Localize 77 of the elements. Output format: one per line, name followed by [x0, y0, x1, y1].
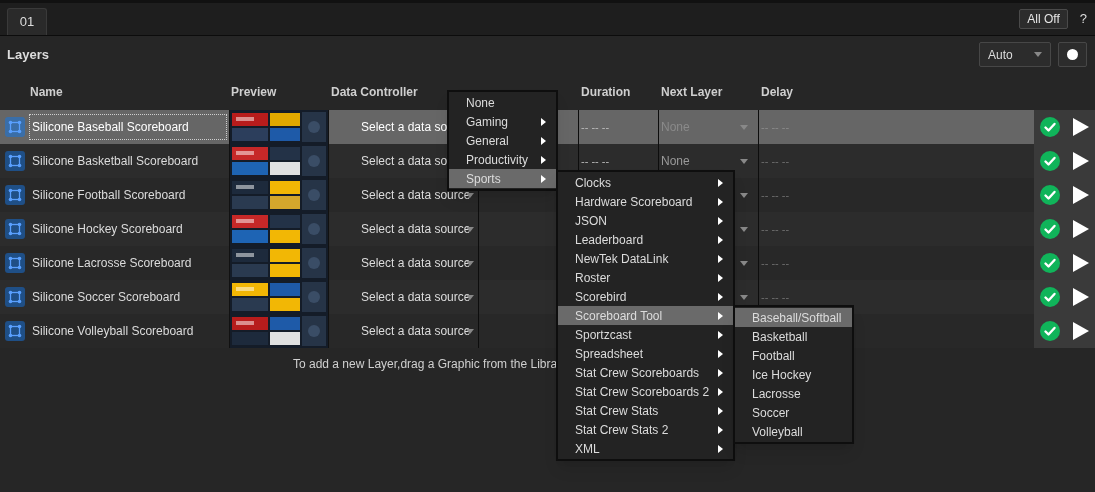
delay-value: -- -- -- [761, 119, 790, 135]
menu-item[interactable]: NewTek DataLink [558, 249, 733, 268]
delay-value: -- -- -- [761, 255, 790, 271]
tab[interactable]: 01 [7, 8, 47, 35]
column-header: Duration [581, 84, 631, 99]
menu-item[interactable]: JSON [558, 211, 733, 230]
layer-icon [5, 185, 25, 205]
menu-item[interactable]: Sports [449, 169, 556, 188]
menu-item[interactable]: Scorebird [558, 287, 733, 306]
column-header: Name [30, 84, 63, 99]
play-icon[interactable] [1072, 118, 1089, 136]
layer-name[interactable]: Silicone Soccer Scoreboard [29, 284, 227, 310]
menu-item[interactable]: Soccer [735, 403, 852, 422]
menu-item[interactable]: Leaderboard [558, 230, 733, 249]
layer-icon [5, 151, 25, 171]
data-source-select[interactable]: Select a data source [361, 254, 471, 272]
menu-item[interactable]: Volleyball [735, 422, 852, 441]
menu-item[interactable]: Stat Crew Scoreboards [558, 363, 733, 382]
menu-item[interactable]: Lacrosse [735, 384, 852, 403]
play-icon[interactable] [1072, 288, 1089, 306]
layer-icon [5, 253, 25, 273]
all-off-button[interactable]: All Off [1019, 9, 1068, 29]
delay-value: -- -- -- [761, 153, 790, 169]
menu-item[interactable]: General [449, 131, 556, 150]
menu-item[interactable]: Football [735, 346, 852, 365]
layer-name[interactable]: Silicone Basketball Scoreboard [29, 148, 227, 174]
delay-value: -- -- -- [761, 187, 790, 203]
menu-item[interactable]: Roster [558, 268, 733, 287]
layer-icon [5, 219, 25, 239]
layer-name[interactable]: Silicone Volleyball Scoreboard [29, 318, 227, 344]
column-header: Preview [231, 84, 277, 99]
menu-item[interactable]: Stat Crew Scoreboards 2 [558, 382, 733, 401]
hint-text: To add a new Layer,drag a Graphic from the Libra [293, 356, 558, 373]
menu-item[interactable]: Basketball [735, 327, 852, 346]
layer-icon [5, 287, 25, 307]
play-icon[interactable] [1072, 220, 1089, 238]
duration-value: -- -- -- [581, 153, 610, 169]
data-source-select[interactable]: Select a data so [361, 152, 448, 170]
panel-title: Layers [7, 45, 49, 64]
record-button[interactable] [1058, 42, 1087, 67]
data-source-select[interactable]: Select a data source [361, 288, 471, 306]
menu-item[interactable]: Clocks [558, 173, 733, 192]
play-icon[interactable] [1072, 254, 1089, 272]
menu-item[interactable]: Gaming [449, 112, 556, 131]
menu-item[interactable]: Baseball/Softball [735, 308, 852, 327]
menu-item[interactable]: Scoreboard Tool [558, 306, 733, 325]
column-header: Next Layer [661, 84, 723, 99]
menu-item[interactable]: Hardware Scoreboard [558, 192, 733, 211]
delay-value: -- -- -- [761, 221, 790, 237]
next-layer-select[interactable]: None [661, 152, 690, 170]
play-icon[interactable] [1072, 152, 1089, 170]
menu-item[interactable]: XML [558, 439, 733, 458]
menu-item[interactable]: None [449, 93, 556, 112]
duration-value: -- -- -- [581, 119, 610, 135]
play-icon[interactable] [1072, 186, 1089, 204]
data-source-select[interactable]: Select a data source [361, 322, 471, 340]
menu-item[interactable]: Stat Crew Stats [558, 401, 733, 420]
layer-name[interactable]: Silicone Baseball Scoreboard [29, 114, 227, 140]
caret-icon [1034, 52, 1042, 57]
menu-item[interactable]: Spreadsheet [558, 344, 733, 363]
menu-item[interactable]: Sportzcast [558, 325, 733, 344]
menu-item[interactable]: Stat Crew Stats 2 [558, 420, 733, 439]
layer-icon [5, 117, 25, 137]
layer-name[interactable]: Silicone Football Scoreboard [29, 182, 227, 208]
menu-item[interactable]: Ice Hockey [735, 365, 852, 384]
mode-select[interactable]: Auto [979, 42, 1051, 67]
data-source-select[interactable]: Select a data source [361, 220, 471, 238]
play-icon[interactable] [1072, 322, 1089, 340]
delay-value: -- -- -- [761, 289, 790, 305]
data-source-select[interactable]: Select a data so [361, 118, 448, 136]
layer-name[interactable]: Silicone Lacrosse Scoreboard [29, 250, 227, 276]
column-header: Data Controller [331, 84, 418, 99]
layer-icon [5, 321, 25, 341]
menu-item[interactable]: Productivity [449, 150, 556, 169]
column-header: Delay [761, 84, 794, 99]
layer-name[interactable]: Silicone Hockey Scoreboard [29, 216, 227, 242]
help-button[interactable]: ? [1079, 9, 1087, 29]
